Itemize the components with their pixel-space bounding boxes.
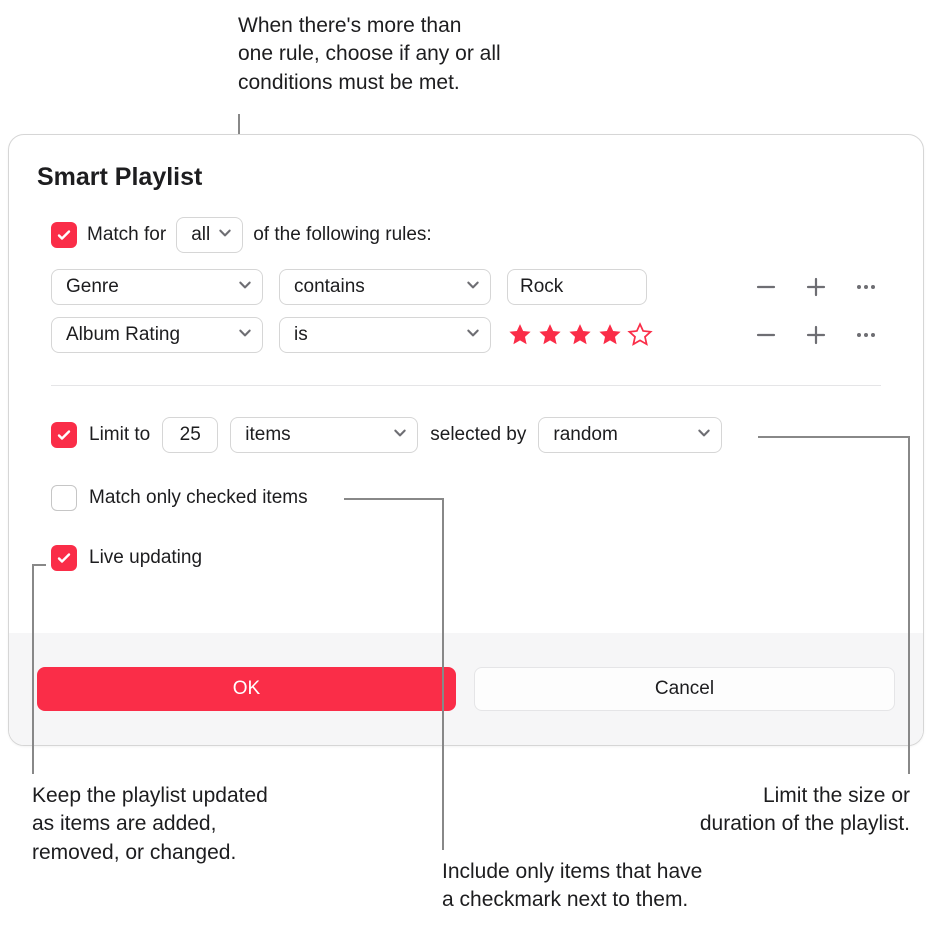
match-checkbox[interactable]: [51, 222, 77, 248]
rule-operator-value: contains: [294, 276, 365, 298]
add-rule-button[interactable]: [799, 318, 833, 352]
callout-match-mode: When there's more than one rule, choose …: [238, 12, 501, 97]
leader-line: [442, 498, 444, 850]
checkmark-icon: [56, 550, 72, 566]
rule-field-value: Genre: [66, 276, 119, 298]
more-rule-button[interactable]: [849, 270, 883, 304]
ellipsis-icon: [854, 275, 878, 299]
leader-line: [908, 436, 910, 774]
more-rule-button[interactable]: [849, 318, 883, 352]
chevron-down-icon: [697, 424, 711, 446]
smart-playlist-dialog: Smart Playlist Match for all of the foll…: [8, 134, 924, 746]
callout-match-checked: Include only items that have a checkmark…: [442, 858, 702, 915]
leader-line: [32, 564, 34, 774]
rule-field-select[interactable]: Genre: [51, 269, 263, 305]
ellipsis-icon: [854, 323, 878, 347]
rule-field-select[interactable]: Album Rating: [51, 317, 263, 353]
live-updating-row: Live updating: [51, 545, 202, 571]
plus-icon: [804, 323, 828, 347]
live-updating-checkbox[interactable]: [51, 545, 77, 571]
rule-operator-select[interactable]: contains: [279, 269, 491, 305]
leader-line: [344, 498, 444, 500]
dialog-title: Smart Playlist: [37, 163, 202, 192]
star-outline-icon: [627, 322, 653, 348]
plus-icon: [804, 275, 828, 299]
limit-unit-select[interactable]: items: [230, 417, 418, 453]
cancel-button[interactable]: Cancel: [474, 667, 895, 711]
chevron-down-icon: [466, 276, 480, 298]
ok-button[interactable]: OK: [37, 667, 456, 711]
selected-by-label: selected by: [430, 424, 526, 446]
selected-by-value: random: [553, 424, 617, 446]
remove-rule-button[interactable]: [749, 270, 783, 304]
match-mode-select[interactable]: all: [176, 217, 243, 253]
limit-checkbox[interactable]: [51, 422, 77, 448]
chevron-down-icon: [218, 224, 232, 246]
add-rule-button[interactable]: [799, 270, 833, 304]
minus-icon: [754, 323, 778, 347]
match-checked-label: Match only checked items: [89, 487, 308, 509]
rule-operator-value: is: [294, 324, 308, 346]
checkmark-icon: [56, 227, 72, 243]
checkmark-icon: [56, 427, 72, 443]
callout-live-updating: Keep the playlist updated as items are a…: [32, 782, 268, 867]
divider: [51, 385, 881, 386]
star-filled-icon: [567, 322, 593, 348]
limit-label: Limit to: [89, 424, 150, 446]
rules-list: Genre contains Rock Album Rating: [51, 269, 883, 365]
match-suffix: of the following rules:: [253, 224, 432, 246]
leader-line: [32, 564, 46, 566]
rule-row: Genre contains Rock: [51, 269, 883, 305]
leader-line: [758, 436, 910, 438]
remove-rule-button[interactable]: [749, 318, 783, 352]
star-filled-icon: [507, 322, 533, 348]
star-filled-icon: [597, 322, 623, 348]
match-checked-row: Match only checked items: [51, 485, 308, 511]
match-checked-checkbox[interactable]: [51, 485, 77, 511]
match-row: Match for all of the following rules:: [51, 217, 432, 253]
rule-value-input[interactable]: Rock: [507, 269, 647, 305]
rule-operator-select[interactable]: is: [279, 317, 491, 353]
rule-row: Album Rating is: [51, 317, 883, 353]
chevron-down-icon: [393, 424, 407, 446]
dialog-footer: OK Cancel: [9, 633, 923, 745]
selected-by-select[interactable]: random: [538, 417, 722, 453]
rule-stars-input[interactable]: [507, 322, 677, 348]
match-prefix: Match for: [87, 224, 166, 246]
chevron-down-icon: [238, 276, 252, 298]
minus-icon: [754, 275, 778, 299]
limit-row: Limit to 25 items selected by random: [51, 417, 722, 453]
limit-value-input[interactable]: 25: [162, 417, 218, 453]
chevron-down-icon: [238, 324, 252, 346]
match-mode-value: all: [191, 224, 210, 246]
live-updating-label: Live updating: [89, 547, 202, 569]
rule-field-value: Album Rating: [66, 324, 180, 346]
limit-unit-value: items: [245, 424, 290, 446]
chevron-down-icon: [466, 324, 480, 346]
star-filled-icon: [537, 322, 563, 348]
callout-limit: Limit the size or duration of the playli…: [700, 782, 910, 839]
